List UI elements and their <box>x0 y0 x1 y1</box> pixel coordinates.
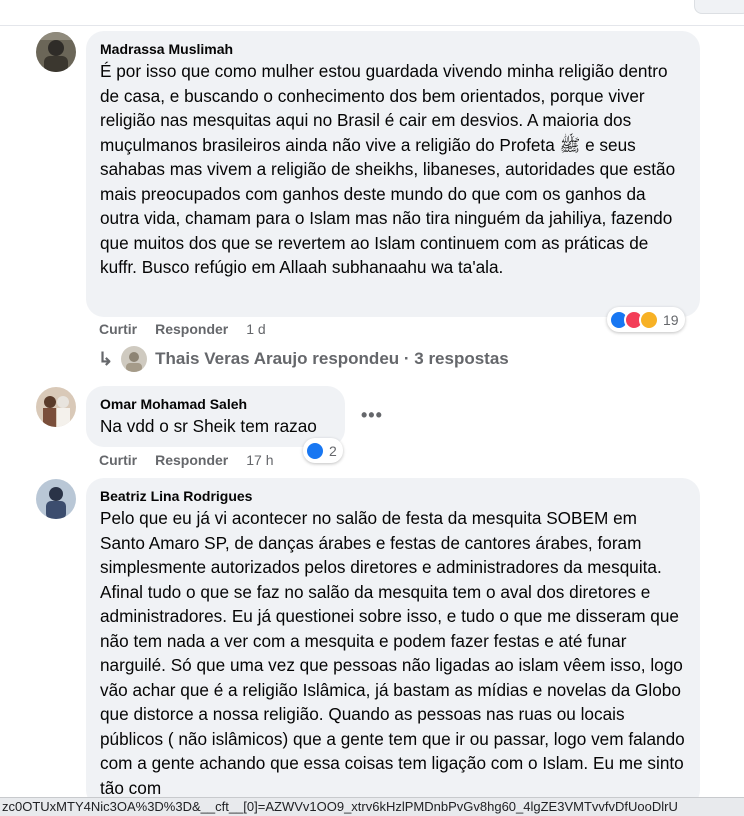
reaction-count: 19 <box>663 311 679 328</box>
comment-text: Na vdd o sr Sheik tem razao <box>100 416 317 436</box>
comment-text: É por isso que como mulher estou guardad… <box>100 61 676 277</box>
comment-time[interactable]: 1 d <box>246 321 265 337</box>
divider <box>0 25 744 26</box>
care-reaction-icon <box>639 309 659 330</box>
avatar-image <box>36 387 76 427</box>
comment-author[interactable]: Beatriz Lina Rodrigues <box>100 487 686 505</box>
comment-author[interactable]: Madrassa Muslimah <box>100 40 686 58</box>
replies-summary: Thais Veras Araujo respondeu · 3 respost… <box>155 349 509 368</box>
comment-text: Pelo que eu já vi acontecer no salão de … <box>100 508 685 798</box>
comment-bubble: Madrassa Muslimah É por isso que como mu… <box>86 31 700 317</box>
reply-arrow-icon: ↳ <box>98 348 114 369</box>
like-button[interactable]: Curtir <box>99 452 137 468</box>
like-button[interactable]: Curtir <box>99 321 137 337</box>
reply-button[interactable]: Responder <box>155 321 228 337</box>
avatar-image <box>36 479 76 519</box>
comment-bubble: Beatriz Lina Rodrigues Pelo que eu já vi… <box>86 478 700 808</box>
comment-actions: Curtir Responder 17 h <box>99 452 274 468</box>
reply-button[interactable]: Responder <box>155 452 228 468</box>
comment-author[interactable]: Omar Mohamad Saleh <box>100 395 331 413</box>
top-right-control[interactable] <box>694 0 744 14</box>
comment-bubble: Omar Mohamad Saleh Na vdd o sr Sheik tem… <box>86 386 345 447</box>
replier-avatar <box>121 346 148 372</box>
top-strip <box>0 0 744 28</box>
comment-time[interactable]: 17 h <box>246 452 273 468</box>
avatar-omar[interactable] <box>36 387 76 427</box>
avatar-beatriz[interactable] <box>36 479 76 519</box>
status-url-bar: zc0OTUxMTY4Nic3OA%3D%3D&__cft__[0]=AZWVv… <box>0 797 744 816</box>
avatar-image <box>36 32 76 72</box>
comment-actions: Curtir Responder 1 d <box>99 321 266 337</box>
reaction-count: 2 <box>329 442 337 459</box>
like-reaction-icon <box>305 440 325 461</box>
reaction-summary[interactable]: 19 <box>607 307 685 332</box>
reaction-summary[interactable]: 2 <box>303 438 343 463</box>
avatar-madrassa[interactable] <box>36 32 76 72</box>
more-options-button[interactable]: ••• <box>361 405 383 426</box>
view-replies-link[interactable]: ↳ Thais Veras Araujo respondeu · 3 respo… <box>98 346 509 372</box>
